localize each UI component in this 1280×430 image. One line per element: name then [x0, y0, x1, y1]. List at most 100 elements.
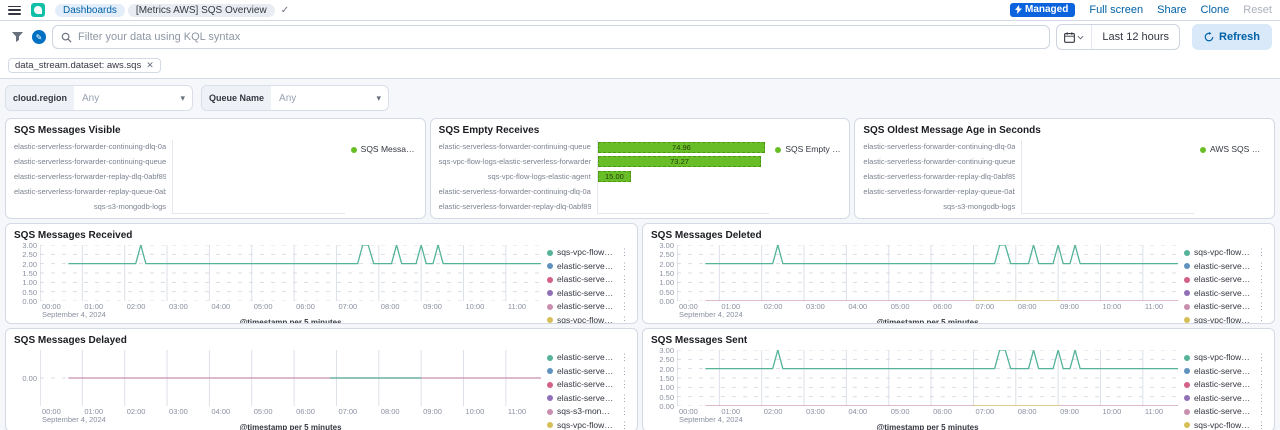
- legend-item[interactable]: AWS SQS Olde...: [1200, 144, 1266, 156]
- legend-options-icon[interactable]: ⋮: [618, 393, 629, 405]
- panel-title: SQS Messages Sent: [651, 335, 1266, 346]
- legend: sqs-vpc-flow-l...⋮elastic-serverl...⋮ela…: [1178, 245, 1266, 324]
- legend-item[interactable]: sqs-vpc-flow-l...⋮: [547, 247, 629, 259]
- legend-item[interactable]: sqs-vpc-flow-l...⋮: [1184, 247, 1266, 259]
- breadcrumb-current-dashboard[interactable]: [Metrics AWS] SQS Overview: [128, 4, 275, 17]
- breadcrumb-dashboards[interactable]: Dashboards: [55, 4, 125, 17]
- time-range-value[interactable]: Last 12 hours: [1092, 31, 1179, 43]
- x-axis-title: @timestamp per 5 minutes: [677, 423, 1178, 430]
- legend-item[interactable]: elastic-serverl...⋮: [547, 301, 629, 313]
- legend-options-icon[interactable]: ⋮: [1255, 406, 1266, 418]
- legend-item[interactable]: elastic-serverl...⋮: [1184, 261, 1266, 273]
- legend-options-icon[interactable]: ⋮: [1255, 288, 1266, 300]
- legend-item[interactable]: elastic-serverl... ⋮: [1184, 301, 1266, 313]
- legend-item[interactable]: sqs-s3-mongodb...⋮: [547, 406, 629, 418]
- x-axis-date-label: September 4, 2024: [677, 310, 743, 319]
- legend-options-icon[interactable]: ⋮: [1255, 261, 1266, 273]
- legend-options-icon[interactable]: ⋮: [618, 352, 629, 364]
- x-tick-label: 03:00: [167, 302, 188, 311]
- legend-label: elastic-serverless...: [557, 366, 614, 378]
- legend-options-icon[interactable]: ⋮: [618, 315, 629, 325]
- elastic-logo[interactable]: [31, 3, 45, 17]
- panel-title: SQS Messages Visible: [14, 125, 417, 136]
- legend-options-icon[interactable]: ⋮: [1255, 301, 1266, 313]
- legend-item[interactable]: elastic-serverl...⋮: [547, 261, 629, 273]
- x-axis-title: @timestamp per 5 minutes: [40, 318, 541, 324]
- legend-options-icon[interactable]: ⋮: [1255, 247, 1266, 259]
- legend-color-dot: [547, 317, 553, 323]
- kql-filter-input[interactable]: [78, 31, 1041, 43]
- legend-options-icon[interactable]: ⋮: [618, 379, 629, 391]
- refresh-button[interactable]: Refresh: [1192, 24, 1272, 50]
- legend-item[interactable]: sqs-vpc-flow-l... ⋮: [547, 315, 629, 325]
- control-queue-name[interactable]: Queue Name Any ▾: [201, 85, 389, 111]
- filter-pill-datastream[interactable]: data_stream.dataset: aws.sqs ✕: [8, 58, 161, 73]
- full-screen-button[interactable]: Full screen: [1089, 4, 1143, 16]
- reset-button[interactable]: Reset: [1243, 4, 1272, 16]
- panel-sqs-empty-receives: SQS Empty Receiveselastic-serverless-for…: [430, 118, 851, 219]
- legend-options-icon[interactable]: ⋮: [1255, 393, 1266, 405]
- legend-item[interactable]: elastic-serverl...⋮: [1184, 393, 1266, 405]
- legend-options-icon[interactable]: ⋮: [1255, 352, 1266, 364]
- legend-options-icon[interactable]: ⋮: [618, 261, 629, 273]
- legend-item[interactable]: SQS Message ...: [351, 144, 417, 156]
- legend-item[interactable]: elastic-serverless... ⋮: [547, 366, 629, 378]
- legend-options-icon[interactable]: ⋮: [1255, 379, 1266, 391]
- legend-item[interactable]: sqs-vpc-flow-log...⋮: [547, 420, 629, 430]
- x-tick-label: 08:00: [379, 407, 400, 416]
- legend-item[interactable]: sqs-vpc-flow-l...⋮: [1184, 420, 1266, 430]
- managed-badge[interactable]: Managed: [1010, 3, 1075, 17]
- legend-item[interactable]: SQS Empty Re...: [775, 144, 841, 156]
- category-label: elastic-serverless-forwarder-continuing-…: [14, 142, 166, 151]
- legend-item[interactable]: elastic-serverl...⋮: [1184, 366, 1266, 378]
- legend-options-icon[interactable]: ⋮: [1255, 366, 1266, 378]
- legend-options-icon[interactable]: ⋮: [618, 274, 629, 286]
- category-label: elastic-serverless-forwarder-replay-queu…: [14, 187, 166, 196]
- category-label: elastic-serverless-forwarder-continuing-…: [439, 142, 591, 151]
- legend-item[interactable]: elastic-serverl...⋮: [547, 274, 629, 286]
- legend-options-icon[interactable]: ⋮: [618, 247, 629, 259]
- legend-options-icon[interactable]: ⋮: [618, 406, 629, 418]
- legend-label: elastic-serverl...: [1194, 301, 1251, 313]
- legend-item[interactable]: elastic-serverl...⋮: [1184, 274, 1266, 286]
- legend-options-icon[interactable]: ⋮: [618, 366, 629, 378]
- legend-item[interactable]: elastic-serverless...⋮: [547, 379, 629, 391]
- x-tick-label: 07:00: [336, 407, 357, 416]
- plot-column: 00:0001:0002:0003:0004:0005:0006:0007:00…: [40, 245, 541, 324]
- legend-color-dot: [1184, 250, 1190, 256]
- share-button[interactable]: Share: [1157, 4, 1186, 16]
- bar-chart: elastic-serverless-forwarder-continuing-…: [863, 140, 1266, 214]
- x-tick-label: 11:00: [506, 302, 526, 311]
- filter-menu-icon[interactable]: [8, 28, 26, 46]
- legend-label: elastic-serverless...: [557, 352, 614, 364]
- legend-item[interactable]: elastic-serverless... ⋮: [547, 352, 629, 364]
- bar[interactable]: 15.00: [598, 171, 632, 182]
- calendar-icon[interactable]: [1057, 25, 1092, 49]
- menu-icon[interactable]: [8, 6, 21, 15]
- legend-item[interactable]: elastic-serverl...⋮: [547, 288, 629, 300]
- x-axis-date-label: September 4, 2024: [677, 415, 743, 424]
- check-icon[interactable]: ✓: [281, 5, 289, 16]
- legend-options-icon[interactable]: ⋮: [1255, 315, 1266, 325]
- legend-options-icon[interactable]: ⋮: [618, 288, 629, 300]
- control-cloud-region[interactable]: cloud.region Any ▾: [5, 85, 193, 111]
- legend-options-icon[interactable]: ⋮: [618, 420, 629, 430]
- legend-item[interactable]: sqs-vpc-flow-l...⋮: [1184, 315, 1266, 325]
- add-filter-icon[interactable]: ✎: [32, 30, 46, 44]
- bar[interactable]: 74.96: [598, 142, 766, 153]
- legend-item[interactable]: elastic-serverl...⋮: [1184, 379, 1266, 391]
- legend-item[interactable]: elastic-serverless...⋮: [547, 393, 629, 405]
- legend-label: SQS Message ...: [361, 144, 417, 156]
- legend-item[interactable]: sqs-vpc-flow-l...⋮: [1184, 352, 1266, 364]
- legend-label: sqs-vpc-flow-l...: [557, 315, 614, 325]
- legend-options-icon[interactable]: ⋮: [618, 301, 629, 313]
- legend-item[interactable]: elastic-serverl...⋮: [1184, 288, 1266, 300]
- legend-options-icon[interactable]: ⋮: [1255, 274, 1266, 286]
- legend-item[interactable]: elastic-serverl...⋮: [1184, 406, 1266, 418]
- kql-search-box[interactable]: [52, 25, 1050, 49]
- clone-button[interactable]: Clone: [1201, 4, 1230, 16]
- legend-options-icon[interactable]: ⋮: [1255, 420, 1266, 430]
- bar[interactable]: 73.27: [598, 156, 762, 167]
- x-tick-label: 08:00: [379, 302, 400, 311]
- remove-filter-icon[interactable]: ✕: [146, 60, 154, 71]
